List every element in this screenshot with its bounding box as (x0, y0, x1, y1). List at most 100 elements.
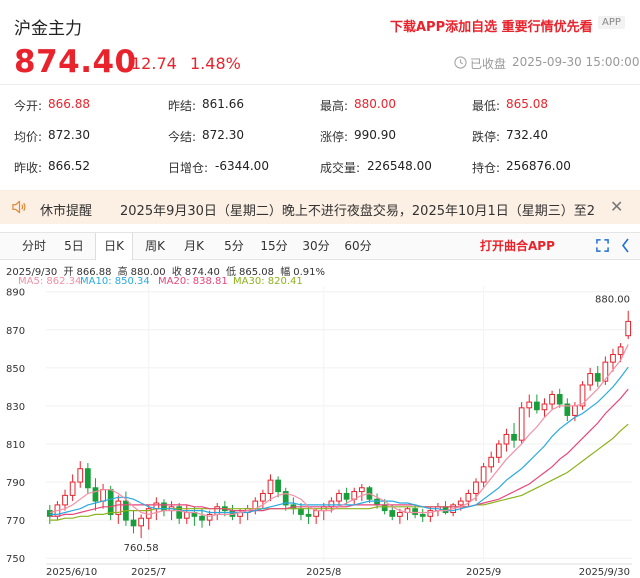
notice-text: 2025年9月30日（星期二）晚上不进行夜盘交易，2025年10月1日（星期三）… (120, 204, 596, 219)
candle-body (358, 487, 365, 493)
price-change-pct: 1.48% (190, 54, 241, 73)
candle-body (161, 502, 167, 512)
candle-body (518, 407, 525, 441)
candle-body (199, 515, 205, 521)
candle-body (343, 492, 350, 500)
min-price-label: 760.58 (124, 543, 159, 554)
y-tick-label: 750 (6, 554, 25, 565)
candle-body (511, 433, 517, 441)
candle-body (541, 403, 548, 411)
quote-datetime: 2025-09-30 15:00:00 (512, 55, 640, 69)
stats-grid: 今开: 866.88 昨结: 861.66 最高: 880.00 最低: 865.08 … (0, 84, 640, 180)
candle-body (503, 433, 510, 445)
market-status: 已收盘 (470, 57, 507, 71)
candle-body (77, 468, 84, 483)
candle-body (572, 405, 578, 416)
y-tick-label: 810 (6, 440, 25, 451)
candle-body (260, 492, 266, 502)
collapse-icon[interactable] (620, 238, 632, 253)
candle-body (69, 481, 76, 496)
tab-intraday[interactable]: 分时 (14, 233, 54, 259)
stat-low: 最低: 865.08 (472, 97, 548, 113)
y-tick-label: 850 (6, 364, 25, 375)
price-change: 12.74 (131, 54, 177, 73)
contract-title: 沪金主力 (14, 19, 82, 39)
candle-body (313, 510, 320, 517)
ma-legend-ma5: MA5: 862.34 (18, 276, 81, 287)
candle-body (526, 401, 533, 409)
y-tick-label: 770 (6, 516, 25, 527)
notice-label: 休市提醒 (40, 204, 93, 219)
ma-legend-ma30: MA30: 820.41 (233, 276, 303, 287)
candle-body (549, 393, 555, 405)
candle-body (130, 519, 137, 527)
x-tick-label: 2025/9 (466, 567, 501, 578)
candle-body (473, 481, 479, 494)
candle-body (602, 361, 609, 382)
candle-body (92, 487, 99, 502)
candle-body (46, 510, 53, 517)
candle-body (465, 492, 472, 502)
candle-body (183, 512, 190, 519)
candle-body (84, 468, 91, 489)
tab-monthly-k[interactable]: 月K (175, 233, 213, 259)
stat-high: 最高: 880.00 (320, 97, 396, 113)
candle-body (275, 479, 281, 493)
last-price: 874.40 (14, 44, 137, 80)
stat-prev-settle: 昨结: 861.66 (168, 97, 244, 113)
daily-k-chart[interactable]: MA5: 862.34MA10: 850.34 MA20: 838.81 MA30:… (0, 270, 640, 578)
period-tabs: 分时 5日 日K 周K 月K 5分 15分 30分 60分 打开曲合APP (0, 232, 640, 260)
speaker-icon (12, 200, 26, 214)
candle-body (412, 508, 418, 515)
x-tick-label: 2025/6/10 (46, 567, 97, 578)
stat-avg-price: 均价: 872.30 (14, 128, 90, 144)
stat-limit-up: 涨停: 990.90 (320, 128, 396, 144)
stat-volume: 成交量: 226548.00 (320, 159, 432, 175)
candle-body (488, 456, 495, 468)
candle-body (457, 500, 464, 506)
candle-body (381, 504, 388, 512)
candle-body (480, 466, 487, 483)
tab-5day[interactable]: 5日 (56, 233, 92, 259)
candle-body (138, 517, 144, 527)
market-closed-notice: 休市提醒 2025年9月30日（星期二）晚上不进行夜盘交易，2025年10月1日… (0, 190, 640, 224)
candle-body (214, 506, 221, 515)
candle-body (419, 513, 426, 517)
candle-body (587, 373, 594, 386)
stat-today-settle: 今结: 872.30 (168, 128, 244, 144)
download-app-promo[interactable]: 下载APP添加自选 重要行情优先看 (390, 16, 593, 35)
candle-body (374, 498, 380, 506)
stat-open: 今开: 866.88 (14, 97, 90, 113)
stat-prev-close: 昨收: 866.52 (14, 159, 90, 175)
tab-30min[interactable]: 30分 (296, 233, 336, 259)
max-price-label: 880.00 (595, 295, 630, 306)
candle-body (397, 512, 403, 517)
open-app-link[interactable]: 打开曲合APP (480, 233, 555, 259)
candle-body (328, 500, 335, 508)
y-tick-label: 830 (6, 402, 25, 413)
candle-body (305, 513, 312, 517)
candle-body (298, 508, 304, 515)
tab-5min[interactable]: 5分 (217, 233, 251, 259)
app-badge[interactable]: APP (598, 16, 625, 29)
stat-oi-change: 日增仓: -6344.00 (168, 159, 269, 175)
candle-body (100, 489, 106, 502)
fullscreen-icon[interactable] (596, 239, 609, 252)
candle-body (336, 492, 342, 502)
candle-body (617, 346, 624, 356)
tab-60min[interactable]: 60分 (338, 233, 378, 259)
x-tick-label: 2025/9/30 (579, 567, 630, 578)
candle-body (625, 320, 632, 337)
candle-body (267, 479, 274, 494)
x-tick-label: 2025/8 (306, 567, 341, 578)
ma-legend-ma10: MA10: 850.34 (80, 276, 150, 287)
tab-daily-k[interactable]: 日K (95, 233, 133, 260)
close-icon[interactable]: ✕ (610, 197, 623, 216)
candle-body (556, 393, 563, 405)
quote-header: 沪金主力 下载APP添加自选 重要行情优先看 APP 874.40 12.74 … (0, 0, 640, 84)
y-tick-label: 890 (6, 288, 25, 299)
y-tick-label: 870 (6, 326, 25, 337)
x-tick-label: 2025/7 (131, 567, 166, 578)
tab-15min[interactable]: 15分 (254, 233, 294, 259)
tab-weekly-k[interactable]: 周K (136, 233, 174, 259)
